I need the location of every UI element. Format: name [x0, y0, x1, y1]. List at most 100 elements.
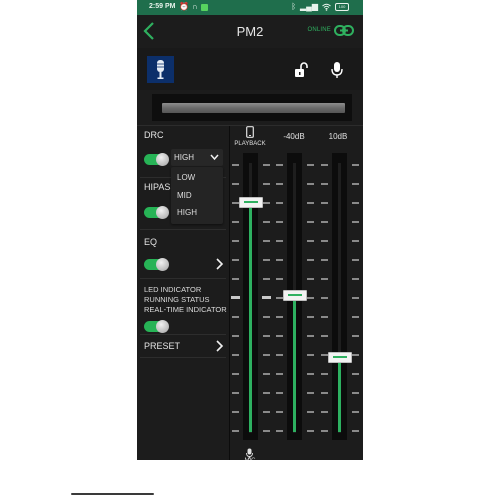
fader-tick — [263, 240, 270, 242]
fader-tick — [307, 335, 314, 337]
drc-option-low[interactable]: LOW — [177, 173, 195, 182]
fader-tick — [307, 278, 314, 280]
channel-header-playback: PLAYBACK — [234, 141, 266, 147]
fader-tick — [307, 221, 314, 223]
fader-tick — [307, 297, 314, 299]
fader-tick — [232, 354, 239, 356]
fader-tick — [352, 259, 359, 261]
mixer-panel: PLAYBACK -40dB 10dB MIC MIX SOLOMONITORM… — [230, 126, 363, 479]
fader-tick — [321, 202, 328, 204]
fader-tick — [232, 278, 239, 280]
hipass-toggle[interactable] — [144, 206, 169, 219]
nav-bar: PM2 ONLINE — [137, 15, 363, 48]
separator — [140, 229, 226, 230]
running-status-label: RUNNING STATUS — [144, 295, 210, 304]
fader-tick — [307, 259, 314, 261]
monitor-fader-thumb[interactable] — [283, 290, 307, 302]
drc-options-menu: LOW MID HIGH — [171, 167, 223, 224]
toggle-knob — [156, 206, 169, 219]
fader-level-fill — [338, 356, 341, 432]
fader-tick — [352, 183, 359, 185]
fader-tick — [321, 297, 328, 299]
eq-toggle[interactable] — [144, 258, 169, 271]
connection-status: ONLINE — [307, 27, 331, 33]
fader-tick — [263, 183, 270, 185]
fader-level-fill — [293, 295, 296, 432]
fader-tick — [352, 373, 359, 375]
fader-thumb-line — [333, 355, 347, 358]
fader-tick — [276, 221, 283, 223]
mic-gain-fader-thumb[interactable] — [328, 351, 352, 363]
drc-selected-value: HIGH — [174, 153, 194, 162]
preset-chevron-right-icon[interactable] — [216, 340, 224, 352]
preset-label[interactable]: PRESET — [144, 341, 180, 351]
fader-tick — [232, 183, 239, 185]
fader-tick — [321, 240, 328, 242]
fader-tick — [321, 411, 328, 413]
microphone-icon[interactable] — [330, 61, 344, 79]
status-bar: 2:59 PM ⏰ ∩ ᛒ ▂▄▆ 100 — [137, 0, 363, 15]
chevron-down-icon — [210, 154, 219, 161]
fader-tick — [232, 316, 239, 318]
drc-toggle[interactable] — [144, 153, 169, 166]
fader-tick — [276, 411, 283, 413]
drc-option-mid[interactable]: MID — [177, 191, 192, 200]
fader-tick — [321, 259, 328, 261]
fader-level-fill — [249, 201, 252, 432]
fader-tick — [232, 335, 239, 337]
fader-tick — [352, 354, 359, 356]
fader-tick — [352, 278, 359, 280]
signal-icon: ▂▄▆ — [300, 2, 318, 11]
fader-tick — [352, 316, 359, 318]
fader-tick — [321, 335, 328, 337]
headset-icon: ∩ — [191, 2, 198, 11]
phone-icon — [246, 126, 254, 138]
fader-tick — [232, 259, 239, 261]
fader-tick — [276, 259, 283, 261]
fader-tick — [276, 278, 283, 280]
fader-tick — [307, 373, 314, 375]
drc-option-high[interactable]: HIGH — [177, 208, 197, 217]
fader-tick — [232, 202, 239, 204]
fader-tick — [321, 392, 328, 394]
fader-tick — [321, 430, 328, 432]
drc-mode-select[interactable]: HIGH — [171, 149, 223, 166]
screen-bottom — [137, 460, 363, 500]
drc-label: DRC — [144, 130, 164, 140]
fader-tick — [232, 164, 239, 166]
led-toggle[interactable] — [144, 320, 169, 333]
fader-tick — [276, 316, 283, 318]
fader-tick — [263, 373, 270, 375]
separator — [140, 278, 226, 279]
fader-tick — [352, 430, 359, 432]
fader-thumb-line — [244, 200, 258, 203]
fader-tick — [276, 335, 283, 337]
fader-tick — [231, 296, 240, 299]
toggle-knob — [156, 258, 169, 271]
fader-tick — [307, 240, 314, 242]
fader-tick — [321, 278, 328, 280]
fader-tick — [232, 373, 239, 375]
fader-tick — [307, 392, 314, 394]
link-icon[interactable] — [334, 25, 354, 36]
unlock-icon[interactable] — [294, 62, 308, 78]
status-time: 2:59 PM — [149, 3, 176, 10]
battery-icon: 100 — [335, 3, 349, 11]
fader-tick — [352, 411, 359, 413]
fader-tick — [352, 202, 359, 204]
level-meter-bar — [162, 103, 345, 113]
fader-tick — [276, 240, 283, 242]
fader-tick — [232, 411, 239, 413]
mix-solo-fader-thumb[interactable] — [239, 196, 263, 208]
fader-tick — [263, 354, 270, 356]
fader-tick — [263, 411, 270, 413]
mic-gain-fader-track[interactable] — [332, 153, 347, 440]
home-indicator[interactable] — [71, 493, 154, 495]
app-notification-icon — [200, 3, 208, 11]
fader-tick — [321, 183, 328, 185]
fader-tick — [307, 202, 314, 204]
device-tile[interactable] — [147, 56, 174, 83]
fader-thumb-line — [288, 294, 302, 297]
device-toolbar — [137, 48, 363, 90]
eq-chevron-right-icon[interactable] — [216, 258, 224, 270]
